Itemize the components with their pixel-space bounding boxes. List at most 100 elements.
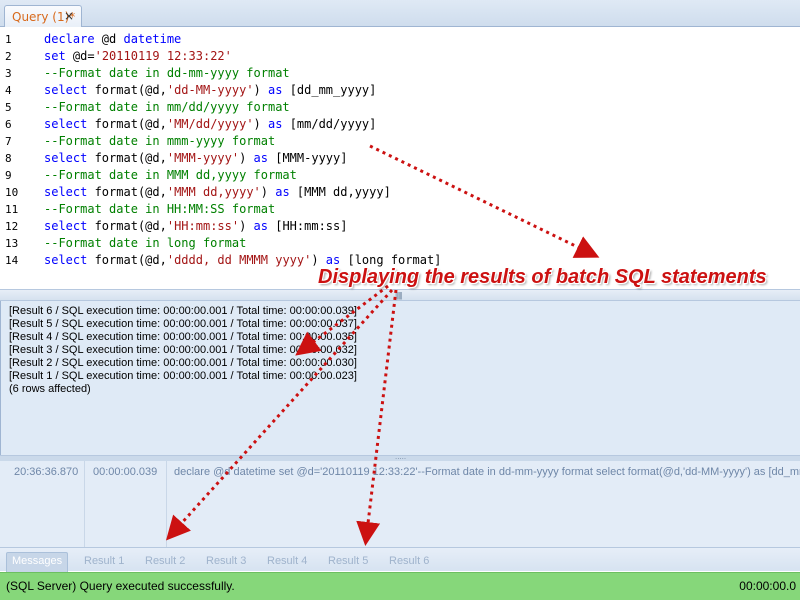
code-line[interactable]: 3 --Format date in dd-mm-yyyy format: [0, 65, 800, 82]
tab-result-1[interactable]: Result 1: [79, 553, 129, 571]
code-token: --Format date in dd-mm-yyyy format: [44, 66, 290, 80]
code-token: (@d,: [137, 253, 167, 267]
line-number: 5: [5, 101, 12, 114]
line-number: 11: [5, 203, 19, 216]
code-line[interactable]: 1 declare @d datetime: [0, 31, 800, 48]
code-token: 'HH:mm:ss': [166, 219, 240, 233]
annotation-label: Displaying the results of batch SQL stat…: [318, 266, 767, 288]
tab-messages[interactable]: Messages: [6, 552, 69, 572]
code-token: datetime: [123, 32, 182, 46]
code-token: as: [268, 117, 290, 131]
line-number: 7: [5, 135, 12, 148]
code-token: ): [239, 219, 254, 233]
tab-result-4[interactable]: Result 4: [262, 553, 312, 571]
line-number: 4: [5, 84, 12, 97]
code-token: (@d,: [137, 185, 167, 199]
code-text: select format(@d,'dd-MM-yyyy') as [dd_mm…: [44, 82, 376, 99]
code-line[interactable]: 10 select format(@d,'MMM dd,yyyy') as [MM…: [0, 184, 800, 201]
line-number: 13: [5, 237, 19, 250]
status-elapsed-time: 00:00:00.0: [739, 579, 796, 593]
line-number: 12: [5, 220, 19, 233]
code-token: --Format date in MMM dd,yyyy format: [44, 168, 297, 182]
line-number: 9: [5, 169, 12, 182]
history-query: declare @d datetime set @d='20110119 12:…: [174, 466, 800, 478]
code-line[interactable]: 11 --Format date in HH:MM:SS format: [0, 201, 800, 218]
code-text: --Format date in MMM dd,yyyy format: [44, 167, 297, 184]
code-token: ): [253, 83, 268, 97]
sql-editor[interactable]: 1 declare @d datetime 2 set @d='20110119 12…: [0, 27, 800, 289]
close-icon[interactable]: ×: [64, 9, 74, 23]
code-text: select format(@d,'MMM dd,yyyy') as [MMM …: [44, 184, 391, 201]
code-text: declare @d datetime: [44, 31, 181, 48]
tab-result-6[interactable]: Result 6: [384, 553, 434, 571]
code-token: (@d,: [137, 117, 167, 131]
code-token: [dd_mm_yyyy]: [289, 83, 377, 97]
result-message-line: [Result 6 / SQL execution time: 00:00:00…: [9, 305, 357, 317]
code-line[interactable]: 7 --Format date in mmm-yyyy format: [0, 133, 800, 150]
status-message: (SQL Server) Query executed successfully…: [6, 579, 235, 593]
code-token: as: [253, 219, 276, 233]
tab-result-2[interactable]: Result 2: [140, 553, 190, 571]
code-token: ): [260, 185, 276, 199]
code-token: select: [44, 253, 95, 267]
code-token: 'MMM dd,yyyy': [166, 185, 261, 199]
tab-result-5[interactable]: Result 5: [323, 553, 373, 571]
code-token: format: [94, 117, 138, 131]
code-line[interactable]: 6 select format(@d,'MM/dd/yyyy') as [mm/d…: [0, 116, 800, 133]
code-text: set @d='20110119 12:33:22': [44, 48, 232, 65]
line-number: 14: [5, 254, 19, 267]
code-token: [HH:mm:ss]: [275, 219, 348, 233]
result-message-line: (6 rows affected): [9, 383, 91, 395]
code-text: --Format date in HH:MM:SS format: [44, 201, 275, 218]
code-line[interactable]: 13 --Format date in long format: [0, 235, 800, 252]
code-token: as: [275, 185, 297, 199]
code-token: 'dd-MM-yyyy': [166, 83, 254, 97]
code-line[interactable]: 4 select format(@d,'dd-MM-yyyy') as [dd_m…: [0, 82, 800, 99]
history-row[interactable]: 20:36:36.870 00:00:00.039 declare @d dat…: [0, 461, 800, 483]
code-token: as: [253, 151, 276, 165]
code-token: [mm/dd/yyyy]: [289, 117, 377, 131]
code-line[interactable]: 2 set @d='20110119 12:33:22': [0, 48, 800, 65]
code-token: format: [94, 185, 138, 199]
line-number: 3: [5, 67, 12, 80]
code-text: --Format date in mmm-yyyy format: [44, 133, 275, 150]
code-token: (@d,: [137, 219, 167, 233]
code-token: set: [44, 49, 73, 63]
code-token: declare: [44, 32, 102, 46]
code-line[interactable]: 12 select format(@d,'HH:mm:ss') as [HH:mm…: [0, 218, 800, 235]
code-token: ): [253, 117, 268, 131]
code-token: format: [94, 219, 138, 233]
code-token: '20110119 12:33:22': [94, 49, 232, 63]
line-number: 2: [5, 50, 12, 63]
code-text: --Format date in dd-mm-yyyy format: [44, 65, 290, 82]
code-text: --Format date in mm/dd/yyyy format: [44, 99, 290, 116]
code-token: ): [311, 253, 326, 267]
code-token: [long format]: [347, 253, 442, 267]
history-time: 20:36:36.870: [14, 466, 79, 478]
code-token: select: [44, 185, 95, 199]
code-token: 'dddd, dd MMMM yyyy': [166, 253, 312, 267]
history-duration: 00:00:00.039: [93, 466, 158, 478]
splitter-grip-icon[interactable]: .....: [395, 452, 406, 461]
tab-query-1[interactable]: Query (1)* ×: [4, 5, 82, 28]
code-token: --Format date in long format: [44, 236, 247, 250]
code-token: --Format date in mm/dd/yyyy format: [44, 100, 290, 114]
code-line[interactable]: 5 --Format date in mm/dd/yyyy format: [0, 99, 800, 116]
pane-splitter[interactable]: ||||||: [0, 289, 800, 301]
code-token: @d: [101, 32, 124, 46]
code-token: [MMM dd,yyyy]: [296, 185, 391, 199]
code-token: format: [94, 253, 138, 267]
messages-panel: [Result 6 / SQL execution time: 00:00:00…: [0, 301, 800, 459]
code-token: @d=: [72, 49, 95, 63]
code-line[interactable]: 9 --Format date in MMM dd,yyyy format: [0, 167, 800, 184]
line-number: 1: [5, 33, 12, 46]
code-line[interactable]: 8 select format(@d,'MMM-yyyy') as [MMM-yy…: [0, 150, 800, 167]
status-bar: (SQL Server) Query executed successfully…: [0, 572, 800, 600]
tab-result-3[interactable]: Result 3: [201, 553, 251, 571]
result-message-line: [Result 2 / SQL execution time: 00:00:00…: [9, 357, 357, 369]
code-token: select: [44, 151, 95, 165]
code-token: as: [268, 83, 290, 97]
splitter-grip-icon[interactable]: ||||||: [395, 291, 403, 300]
code-token: (@d,: [137, 83, 167, 97]
code-text: select format(@d,'HH:mm:ss') as [HH:mm:s…: [44, 218, 347, 235]
